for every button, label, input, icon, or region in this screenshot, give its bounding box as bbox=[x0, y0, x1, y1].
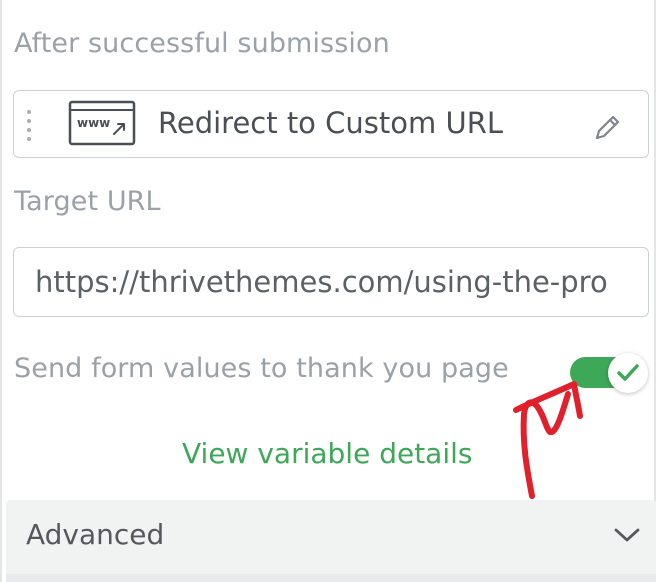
after-submission-label: After successful submission bbox=[14, 28, 390, 59]
settings-panel: After successful submission www Redirect… bbox=[0, 0, 656, 582]
send-form-values-label: Send form values to thank you page bbox=[14, 353, 509, 384]
drag-handle[interactable] bbox=[25, 110, 33, 142]
target-url-label: Target URL bbox=[14, 186, 161, 217]
svg-text:www: www bbox=[77, 116, 110, 130]
advanced-section-header[interactable]: Advanced bbox=[6, 500, 656, 574]
www-browser-icon: www bbox=[68, 100, 138, 152]
edit-pencil-icon[interactable] bbox=[592, 111, 624, 147]
divider bbox=[6, 574, 656, 582]
red-annotation-arrow-icon bbox=[492, 374, 602, 506]
toggle-knob bbox=[608, 353, 648, 393]
view-variable-details-link[interactable]: View variable details bbox=[182, 437, 473, 470]
target-url-input[interactable]: https://thrivethemes.com/using-the-pro bbox=[13, 247, 649, 317]
advanced-label: Advanced bbox=[26, 518, 165, 551]
submission-action-card[interactable]: www Redirect to Custom URL bbox=[13, 90, 649, 158]
check-icon bbox=[617, 364, 639, 381]
action-label: Redirect to Custom URL bbox=[158, 106, 503, 140]
target-url-value[interactable]: https://thrivethemes.com/using-the-pro bbox=[35, 265, 608, 299]
chevron-down-icon[interactable] bbox=[613, 526, 641, 548]
